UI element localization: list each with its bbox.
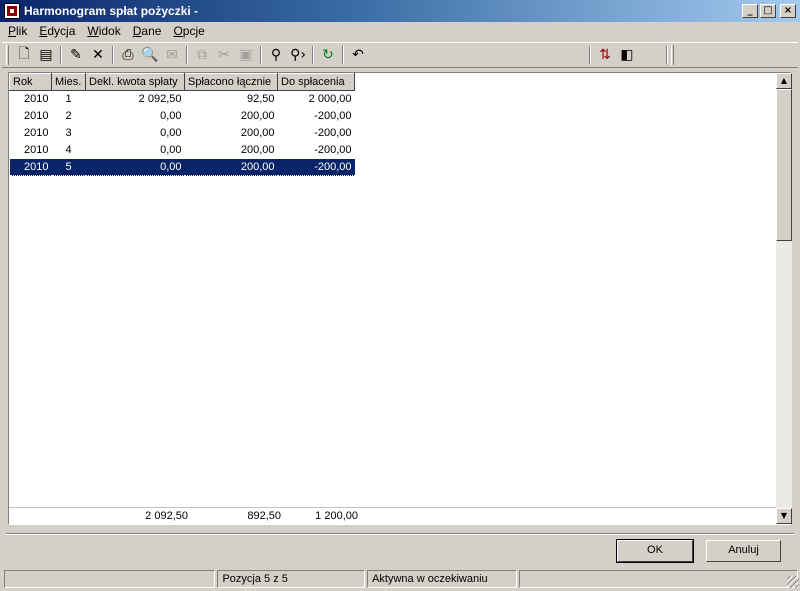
schedule-table: Rok Mies. Dekl. kwota spłaty Spłacono łą… (9, 73, 355, 176)
cell-mies: 3 (65, 127, 72, 139)
cell-splacono: 200,00 (184, 158, 278, 176)
cell-dekl: 0,00 (160, 127, 182, 139)
menu-widok[interactable]: Widok (81, 24, 126, 38)
cell-splacono: 200,00 (240, 127, 275, 139)
menu-opcje[interactable]: Opcje (167, 24, 210, 38)
cell-dekl: 0,00 (160, 110, 182, 122)
undo-icon[interactable]: ↶ (347, 44, 369, 66)
cell-dekl: 0,00 (85, 158, 185, 176)
divider (6, 533, 794, 535)
cell-splacono: 200,00 (240, 110, 275, 122)
cell-mies: 4 (65, 143, 72, 156)
print-icon[interactable]: ⎙ (117, 44, 139, 66)
new-icon[interactable]: 🗋 (13, 44, 35, 66)
scroll-thumb[interactable] (776, 89, 792, 241)
toolbar-separator (186, 46, 188, 64)
app-icon[interactable] (4, 3, 20, 19)
toolbar-separator (312, 46, 314, 64)
total-dekl: 2 092,50 (145, 510, 188, 522)
status-state: Aktywna w oczekiwaniu (367, 570, 517, 588)
total-rok (9, 508, 51, 524)
status-position: Pozycja 5 z 5 (217, 570, 366, 588)
email-icon[interactable]: ✉ (161, 44, 183, 66)
minimize-button[interactable]: _ (742, 4, 758, 18)
total-splacono: 892,50 (247, 510, 281, 522)
cancel-button[interactable]: Anuluj (706, 540, 781, 562)
cell-splacono: 200,00 (240, 143, 275, 156)
cell-do-splacenia: -200,00 (314, 110, 352, 122)
cell-mies: 2 (65, 110, 72, 122)
toolbar-grip[interactable] (671, 45, 674, 65)
toolbar-separator (112, 46, 114, 64)
column-header-splacono[interactable]: Spłacono łącznie (184, 73, 278, 91)
toolbar-separator (342, 46, 344, 64)
cell-do-splacenia: -200,00 (314, 143, 352, 156)
maximize-button[interactable]: □ (760, 4, 776, 18)
table-row[interactable]: 2010 3 0,00 200,00 -200,00 (10, 125, 355, 142)
columns-icon[interactable]: ◧ (616, 44, 638, 66)
grid-viewport: Rok Mies. Dekl. kwota spłaty Spłacono łą… (9, 73, 776, 524)
cell-dekl: 2 092,50 (138, 93, 182, 106)
cut-icon[interactable]: ✂ (213, 44, 235, 66)
cell-mies: 5 (51, 158, 86, 176)
properties-icon[interactable]: ▤ (35, 44, 57, 66)
menu-bar: Plik Edycja Widok Dane Opcje (0, 22, 800, 40)
copy-icon[interactable]: ⧉ (191, 44, 213, 66)
window-title: Harmonogram spłat pożyczki - (24, 4, 199, 18)
totals-row: 2 092,50 892,50 1 200,00 (9, 507, 776, 524)
cell-splacono: 92,50 (246, 93, 275, 106)
scroll-down-icon[interactable]: ▼ (776, 508, 792, 524)
total-do-splacenia: 1 200,00 (315, 510, 358, 522)
tree-icon[interactable]: ⇅ (594, 44, 616, 66)
toolbar-separator (589, 46, 591, 64)
resize-grip-icon[interactable] (787, 576, 799, 588)
cell-rok: 2010 (24, 143, 49, 156)
table-row[interactable]: 2010 1 2 092,50 92,50 2 000,00 (10, 91, 355, 108)
cell-do-splacenia: -200,00 (277, 158, 355, 176)
cell-do-splacenia: 2 000,00 (308, 93, 352, 106)
schedule-grid[interactable]: Rok Mies. Dekl. kwota spłaty Spłacono łą… (8, 72, 792, 525)
cell-rok: 2010 (24, 127, 49, 139)
cell-dekl: 0,00 (160, 143, 182, 156)
total-mies (51, 508, 85, 524)
cell-rok: 2010 (24, 93, 49, 106)
status-bar: Pozycja 5 z 5 Aktywna w oczekiwaniu (0, 569, 800, 589)
refresh-icon[interactable]: ↻ (317, 44, 339, 66)
cell-do-splacenia: -200,00 (314, 127, 352, 139)
cell-rok: 2010 (24, 110, 49, 122)
table-row-selected[interactable]: 2010 5 0,00 200,00 -200,00 (9, 158, 355, 176)
scroll-up-icon[interactable]: ▲ (776, 73, 792, 89)
menu-dane[interactable]: Dane (127, 24, 168, 38)
ok-button[interactable]: OK (616, 539, 694, 563)
table-row[interactable]: 2010 2 0,00 200,00 -200,00 (10, 108, 355, 125)
paste-icon[interactable]: ▣ (235, 44, 257, 66)
toolbar-separator (60, 46, 62, 64)
delete-icon[interactable]: ✕ (87, 44, 109, 66)
status-panel-4 (518, 570, 798, 588)
toolbar-grip[interactable] (6, 45, 9, 65)
toolbar: 🗋 ▤ ✎ ✕ ⎙ 🔍 ✉ ⧉ ✂ ▣ ⚲ ⚲› ↻ ↶ ⇅ ◧ (2, 42, 798, 68)
toolbar-separator (666, 46, 668, 64)
menu-edycja[interactable]: Edycja (33, 24, 81, 38)
close-button[interactable]: × (780, 4, 796, 18)
column-header-rok[interactable]: Rok (9, 73, 52, 91)
status-panel-1 (4, 570, 216, 588)
cell-rok: 2010 (9, 158, 52, 176)
table-row[interactable]: 2010 4 0,00 200,00 -200,00 (10, 142, 355, 159)
vertical-scrollbar[interactable]: ▲ ▼ (776, 73, 792, 524)
find-next-icon[interactable]: ⚲› (287, 44, 309, 66)
find-icon[interactable]: ⚲ (265, 44, 287, 66)
title-bar[interactable]: Harmonogram spłat pożyczki - _ □ × (0, 0, 800, 22)
column-header-do-splacenia[interactable]: Do spłacenia (277, 73, 355, 91)
toolbar-separator (260, 46, 262, 64)
menu-plik[interactable]: Plik (2, 24, 33, 38)
column-header-mies[interactable]: Mies. (51, 73, 86, 91)
column-header-dekl[interactable]: Dekl. kwota spłaty (85, 73, 185, 91)
edit-icon[interactable]: ✎ (65, 44, 87, 66)
print-preview-icon[interactable]: 🔍 (139, 44, 161, 66)
cell-mies: 1 (65, 93, 72, 106)
header-row: Rok Mies. Dekl. kwota spłaty Spłacono łą… (9, 73, 355, 91)
